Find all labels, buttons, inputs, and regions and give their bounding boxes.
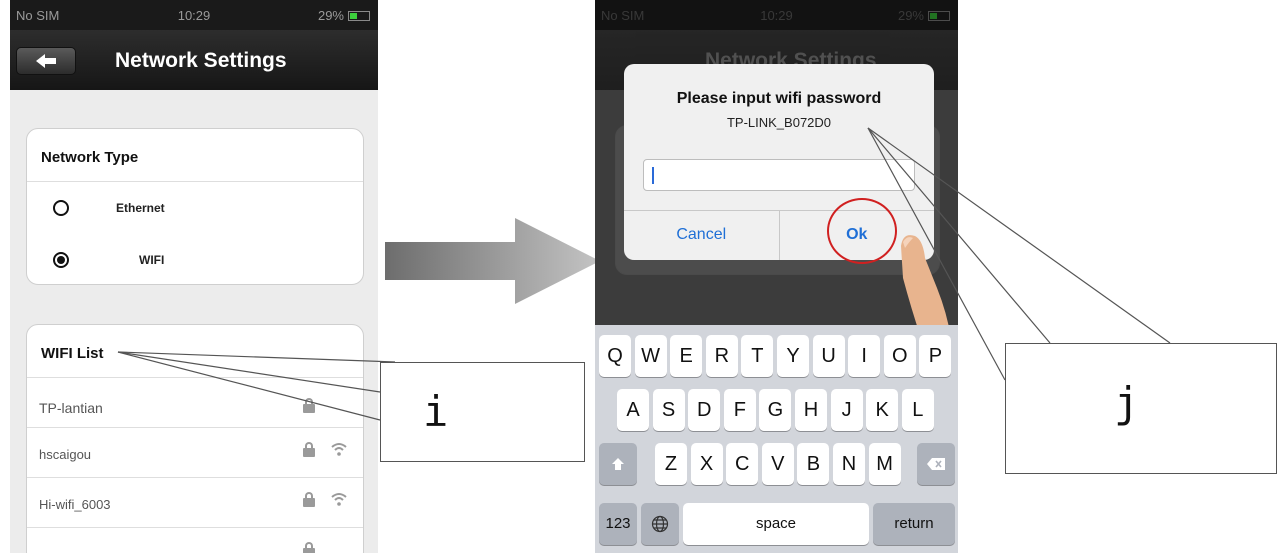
callout-pointers xyxy=(117,127,1171,421)
callout-pointer-j xyxy=(867,127,1171,381)
callout-pointer-i xyxy=(117,351,396,421)
